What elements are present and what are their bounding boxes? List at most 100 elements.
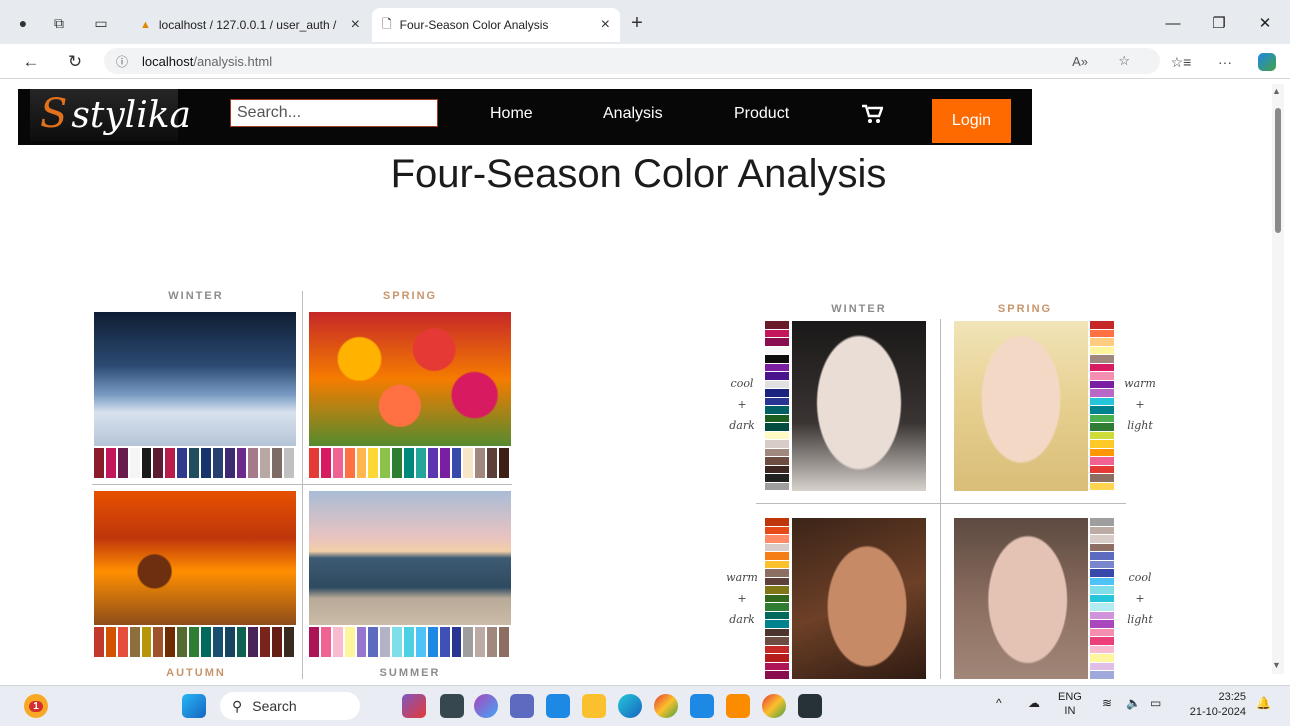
chrome-profile-icon[interactable] [762,694,786,718]
palette-swatch [368,448,379,478]
collage-divider-vertical [302,291,303,679]
tab-phpmyadmin[interactable]: ▲ localhost / 127.0.0.1 / user_auth / × [130,8,370,42]
palette-swatch [344,448,355,478]
strip-swatch [1090,406,1114,414]
descriptor-tone: cool [730,377,754,390]
strip-swatch [765,611,789,619]
palette-swatch [260,627,271,657]
vscode-icon[interactable] [690,694,714,718]
language-indicator[interactable]: ENG IN [1058,690,1082,718]
palette-swatch [153,448,164,478]
restore-icon[interactable]: ❐ [1196,8,1242,38]
spring-palette [309,448,511,478]
wifi-icon[interactable]: ≋ [1102,696,1112,710]
winter-palette [94,448,296,478]
minimize-icon[interactable]: — [1150,8,1196,38]
strip-swatch [765,482,789,490]
nav-analysis[interactable]: Analysis [603,105,663,123]
clock-date: 21-10-2024 [1189,706,1246,718]
collage-divider-horizontal [92,484,512,485]
file-explorer-icon[interactable] [582,694,606,718]
strip-swatch [1090,474,1114,482]
clock[interactable]: 23:25 21-10-2024 [1182,690,1246,720]
palette-swatch [200,627,211,657]
tab-color-analysis[interactable]: 🗋 Four-Season Color Analysis × [372,8,620,42]
battery-icon[interactable]: ▭ [1150,696,1161,710]
refresh-icon[interactable]: ↻ [62,49,88,75]
strip-swatch [765,448,789,456]
strip-swatch [765,423,789,431]
favorite-star-icon[interactable]: ☆ [1118,53,1130,69]
scroll-down-icon[interactable]: ▼ [1272,660,1281,670]
volume-icon[interactable]: 🔈 [1126,696,1141,710]
widgets-icon[interactable]: 1 [24,694,48,718]
scroll-up-icon[interactable]: ▲ [1272,86,1281,96]
close-window-icon[interactable]: ✕ [1242,8,1288,38]
url-field[interactable]: ⓘ localhost/analysis.html A» ☆ [104,48,1160,74]
cart-icon[interactable] [861,103,884,131]
tab-close-icon[interactable]: × [601,16,610,34]
login-button[interactable]: Login [932,99,1011,143]
palette-swatch [427,627,438,657]
onedrive-icon[interactable]: ☁ [1028,696,1040,710]
profile-icon[interactable]: ● [12,12,34,34]
tab-label: Four-Season Color Analysis [399,18,549,32]
new-tab-icon[interactable]: + [626,12,648,34]
site-info-icon[interactable]: ⓘ [116,53,128,70]
terminal-icon[interactable] [798,694,822,718]
strip-swatch [1090,518,1114,526]
copilot-app-icon[interactable] [474,694,498,718]
site-navbar: Sstylika Search... Home Analysis Product… [18,89,1032,145]
strip-swatch [1090,346,1114,354]
edge-icon[interactable] [618,694,642,718]
palette-swatch [463,448,474,478]
strip-swatch [765,654,789,662]
palette-swatch [380,627,391,657]
search-input[interactable]: Search... [230,99,438,127]
descriptor-plus: + [737,398,747,411]
task-view-icon[interactable] [440,694,464,718]
paint-app-icon[interactable] [402,694,426,718]
strip-swatch [1090,465,1114,473]
taskbar-search-label: Search [252,698,297,714]
taskbar-search[interactable]: ⚲ Search [220,692,360,720]
tray-chevron-icon[interactable]: ^ [996,696,1002,710]
palette-swatch [260,448,271,478]
strip-swatch [765,457,789,465]
teams-icon[interactable] [510,694,534,718]
strip-swatch [1090,577,1114,585]
more-menu-icon[interactable]: ··· [1214,51,1236,73]
strip-swatch [1090,423,1114,431]
workspaces-icon[interactable]: ⧉ [48,12,70,34]
store-icon[interactable] [546,694,570,718]
read-aloud-icon[interactable]: A» [1072,54,1088,69]
phpmyadmin-favicon-icon: ▲ [140,19,151,31]
strip-swatch [765,671,789,679]
strip-swatch [765,526,789,534]
descriptor-plus: + [737,592,747,605]
copilot-icon[interactable] [1256,51,1278,73]
strip-swatch [1090,654,1114,662]
tab-close-icon[interactable]: × [351,16,360,34]
favorites-icon[interactable]: ☆≡ [1170,51,1192,73]
palette-swatch [141,448,152,478]
site-logo[interactable]: Sstylika [30,89,191,141]
chart-divider-horizontal [756,503,1126,504]
strip-swatch [765,518,789,526]
palette-swatch [475,627,486,657]
xampp-icon[interactable] [726,694,750,718]
palette-swatch [105,627,116,657]
notification-bell-icon[interactable]: 🔔 [1256,696,1271,710]
start-icon[interactable] [182,694,206,718]
strip-swatch [765,380,789,388]
scrollbar-thumb[interactable] [1275,108,1281,233]
strip-swatch [1090,389,1114,397]
nav-product[interactable]: Product [734,105,789,123]
back-icon[interactable]: ← [18,49,44,75]
palette-swatch [105,448,116,478]
tab-actions-icon[interactable]: ▭ [90,12,112,34]
chrome-icon[interactable] [654,694,678,718]
strip-swatch [1090,414,1114,422]
palette-swatch [356,448,367,478]
nav-home[interactable]: Home [490,105,533,123]
